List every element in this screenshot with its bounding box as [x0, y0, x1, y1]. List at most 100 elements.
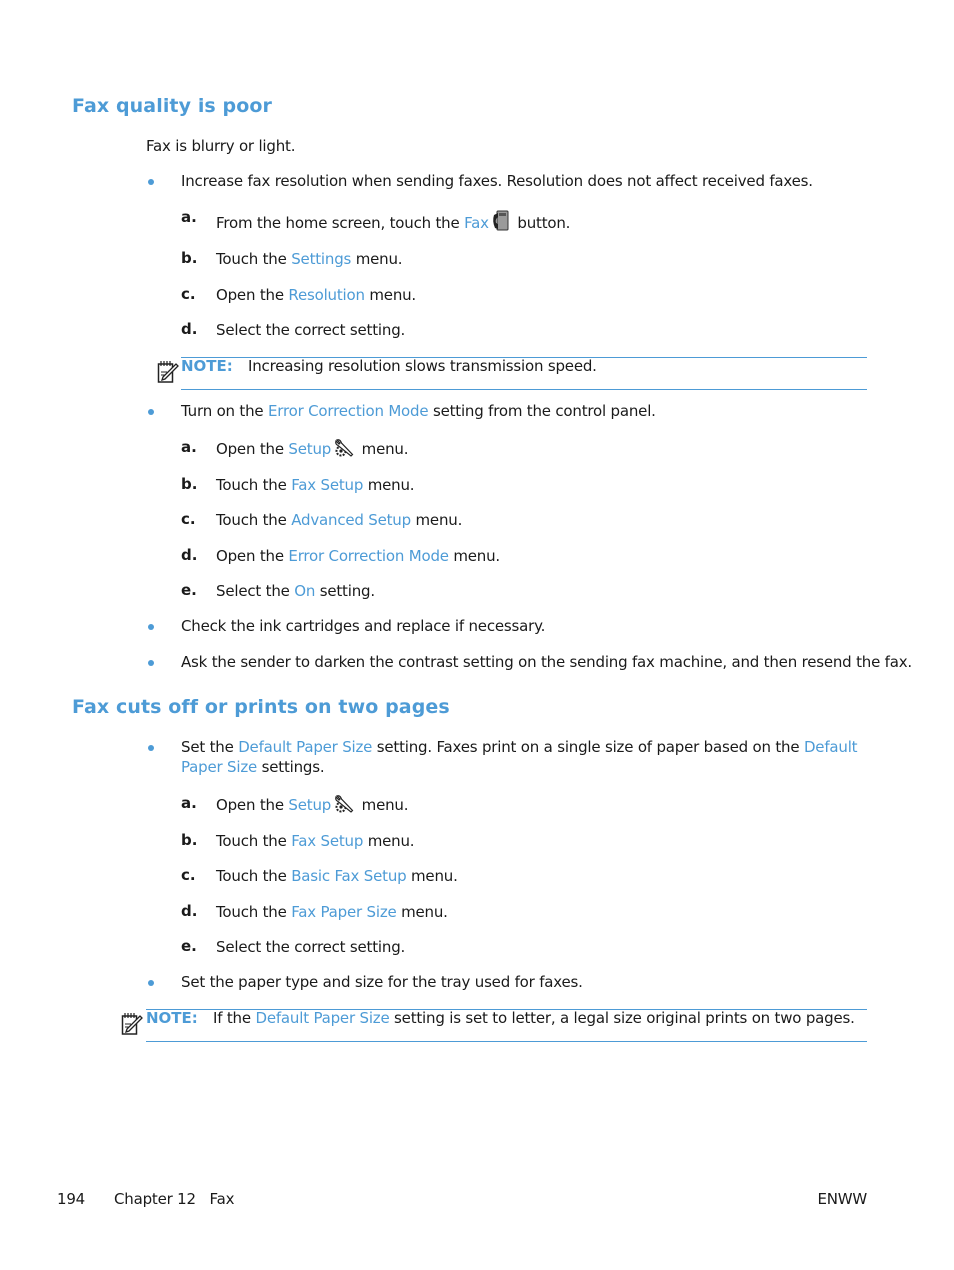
step-text: Touch the Fax Setup menu. — [216, 475, 415, 495]
step-label: b. — [181, 475, 198, 493]
bullet-text-line-1: Set the Default Paper Size setting. Faxe… — [181, 737, 858, 757]
step-text: Select the correct setting. — [216, 321, 406, 339]
step-text-post: button. — [512, 214, 571, 232]
step-label: b. — [181, 249, 198, 267]
default-paper-size-link-part2[interactable]: Paper Size — [181, 758, 257, 776]
step-text-post: menu. — [357, 796, 409, 814]
step-text-pre: Touch the — [216, 832, 292, 850]
step-label: a. — [181, 208, 197, 226]
step-text-pre: Open the — [216, 286, 289, 304]
step-text: Open the Setup menu. — [216, 438, 408, 463]
step-text-post: menu. — [363, 476, 415, 494]
step-text: Touch the Advanced Setup menu. — [216, 510, 462, 530]
intro-text: Fax is blurry or light. — [146, 137, 296, 155]
step-text: Select the On setting. — [216, 581, 375, 601]
bullet-text: Set the paper type and size for the tray… — [181, 973, 583, 991]
note-label: NOTE: — [181, 357, 233, 375]
setup-wrench-gear-icon — [334, 438, 354, 463]
step-label: a. — [181, 794, 197, 812]
step-text: From the home screen, touch the Fax butt… — [216, 210, 570, 237]
note-text: Increasing resolution slows transmission… — [248, 357, 597, 375]
basic-fax-setup-link[interactable]: Basic Fax Setup — [291, 867, 406, 885]
note-text-post: setting is set to letter, a legal size o… — [389, 1009, 855, 1027]
note-text-pre: If the — [213, 1009, 256, 1027]
step-text-pre: Touch the — [216, 867, 292, 885]
step-text-post: menu. — [406, 867, 458, 885]
chapter-label: Chapter 12 Fax — [114, 1190, 235, 1208]
step-text-pre: Touch the — [216, 476, 292, 494]
settings-link[interactable]: Settings — [291, 250, 351, 268]
step-text: Touch the Fax Paper Size menu. — [216, 902, 448, 922]
error-correction-mode-link[interactable]: Error Correction Mode — [288, 547, 449, 565]
section-heading-fax-quality: Fax quality is poor — [72, 95, 273, 117]
step-text-post: setting. — [315, 582, 375, 600]
bullet-text-post: settings. — [257, 758, 325, 776]
setup-link[interactable]: Setup — [288, 796, 331, 814]
bullet-icon — [148, 660, 154, 666]
step-label: e. — [181, 581, 197, 599]
step-text: Open the Resolution menu. — [216, 285, 416, 305]
step-text: Open the Error Correction Mode menu. — [216, 546, 500, 566]
step-text-post: menu. — [410, 511, 463, 529]
step-label: d. — [181, 902, 198, 920]
bullet-text-pre: Set the — [181, 738, 239, 756]
default-paper-size-link-part1[interactable]: Default — [804, 738, 858, 756]
step-label: d. — [181, 320, 198, 338]
page-number: 194 — [57, 1190, 86, 1208]
step-text-pre: Touch the — [216, 250, 292, 268]
step-text-post: menu. — [351, 250, 403, 268]
note-text: If the Default Paper Size setting is set… — [213, 1008, 855, 1028]
note-pencil-icon — [157, 360, 179, 388]
step-text-pre: Touch the — [216, 511, 292, 529]
bullet-icon — [148, 745, 154, 751]
note-pencil-icon — [121, 1012, 143, 1040]
bullet-text: Increase fax resolution when sending fax… — [181, 172, 813, 190]
step-text: Touch the Basic Fax Setup menu. — [216, 866, 458, 886]
step-text-post: menu. — [364, 286, 417, 304]
step-text: Touch the Fax Setup menu. — [216, 831, 415, 851]
step-text-post: menu. — [357, 440, 409, 458]
step-text: Touch the Settings menu. — [216, 249, 403, 269]
step-text-post: menu. — [396, 903, 448, 921]
note-label: NOTE: — [146, 1009, 198, 1027]
step-text: Select the correct setting. — [216, 938, 406, 956]
bullet-text: Ask the sender to darken the contrast se… — [181, 653, 912, 671]
bullet-text-mid: setting. Faxes print on a single size of… — [372, 738, 804, 756]
fax-link[interactable]: Fax — [464, 214, 489, 232]
step-label: e. — [181, 937, 197, 955]
step-label: b. — [181, 831, 198, 849]
fax-paper-size-link[interactable]: Fax Paper Size — [291, 903, 397, 921]
step-text: Open the Setup menu. — [216, 794, 408, 819]
bullet-text: Check the ink cartridges and replace if … — [181, 617, 546, 635]
bullet-text-post: setting from the control panel. — [428, 402, 656, 420]
default-paper-size-link[interactable]: Default Paper Size — [255, 1009, 389, 1027]
advanced-setup-link[interactable]: Advanced Setup — [291, 511, 411, 529]
fax-icon — [492, 210, 510, 237]
step-label: d. — [181, 546, 198, 564]
note-bottom-rule — [146, 1041, 867, 1042]
bullet-text-pre: Turn on the — [181, 402, 269, 420]
section-heading-fax-cuts-off: Fax cuts off or prints on two pages — [72, 696, 450, 718]
step-text-pre: Select the — [216, 582, 295, 600]
step-text-post: menu. — [448, 547, 500, 565]
footer-right-label: ENWW — [817, 1190, 867, 1208]
step-label: c. — [181, 285, 196, 303]
error-correction-mode-link[interactable]: Error Correction Mode — [268, 402, 429, 420]
fax-setup-link[interactable]: Fax Setup — [291, 476, 363, 494]
step-text-pre: Open the — [216, 440, 289, 458]
resolution-link[interactable]: Resolution — [288, 286, 365, 304]
note-bottom-rule — [181, 389, 867, 390]
setup-link[interactable]: Setup — [288, 440, 331, 458]
on-link[interactable]: On — [294, 582, 315, 600]
bullet-icon — [148, 409, 154, 415]
step-label: c. — [181, 510, 196, 528]
step-text-pre: Touch the — [216, 903, 292, 921]
setup-wrench-gear-icon — [334, 794, 354, 819]
step-label: c. — [181, 866, 196, 884]
step-label: a. — [181, 438, 197, 456]
bullet-text: Turn on the Error Correction Mode settin… — [181, 401, 656, 421]
default-paper-size-link[interactable]: Default Paper Size — [238, 738, 372, 756]
step-text-pre: Open the — [216, 796, 289, 814]
fax-setup-link[interactable]: Fax Setup — [291, 832, 363, 850]
bullet-text-line-2: Paper Size settings. — [181, 757, 325, 777]
